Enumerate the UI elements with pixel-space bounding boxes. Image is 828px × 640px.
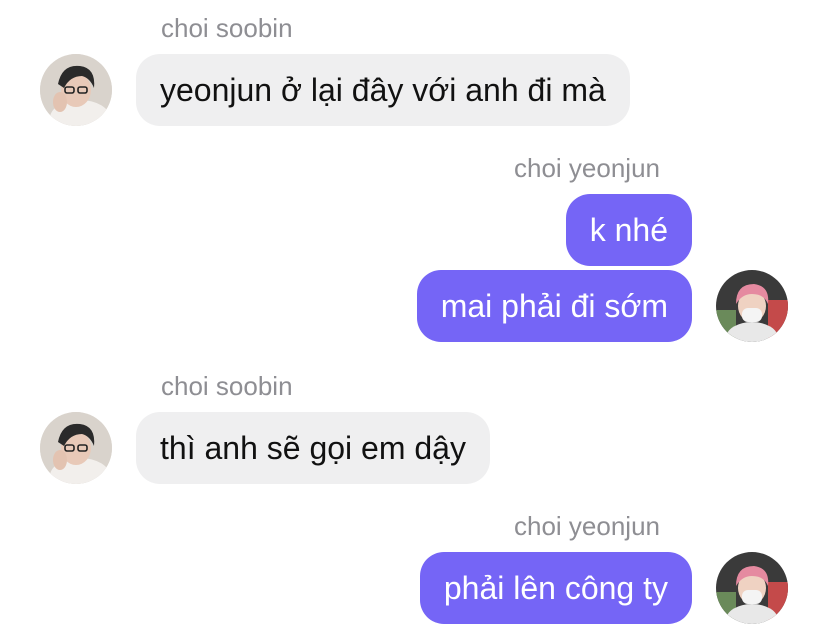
message-bubble-incoming[interactable]: thì anh sẽ gọi em dậy [136,412,490,484]
message-bubble-outgoing[interactable]: k nhé [565,194,692,266]
avatar-photo-icon [40,54,112,126]
avatar-yeonjun[interactable] [716,270,788,342]
message-bubble-outgoing[interactable]: mai phải đi sớm [416,270,692,342]
sender-name: choi yeonjun [514,511,660,541]
avatar-photo-icon [716,270,788,342]
chat-thread: choi soobin yeonjun ở lại đây với anh đi… [0,0,828,640]
avatar-photo-icon [40,412,112,484]
message-bubble-outgoing[interactable]: phải lên công ty [419,552,692,624]
sender-name: choi soobin [161,13,293,43]
avatar-soobin[interactable] [40,412,112,484]
avatar-soobin[interactable] [40,54,112,126]
message-bubble-incoming[interactable]: yeonjun ở lại đây với anh đi mà [136,54,630,126]
avatar-photo-icon [716,552,788,624]
sender-name: choi yeonjun [514,153,660,183]
avatar-yeonjun[interactable] [716,552,788,624]
sender-name: choi soobin [161,371,293,401]
